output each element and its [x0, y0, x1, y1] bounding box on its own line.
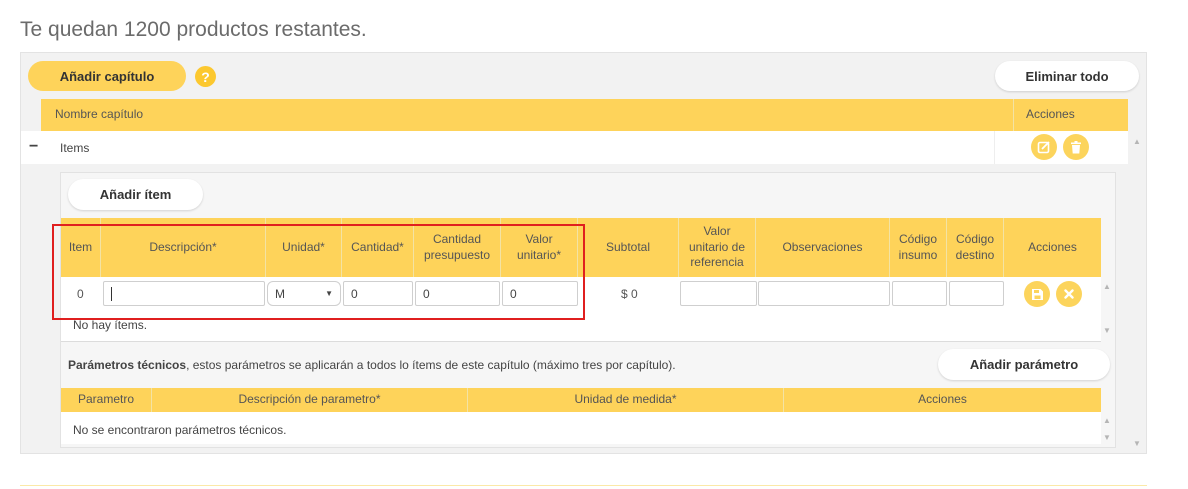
parameters-intro-text: , estos parámetros se aplicarán a todos …	[186, 358, 676, 372]
column-header-parameter-actions: Acciones	[918, 392, 967, 407]
parameters-empty-row: No se encontraron parámetros técnicos.	[61, 412, 1101, 444]
help-icon[interactable]: ?	[195, 66, 216, 87]
delete-all-button[interactable]: Eliminar todo	[995, 61, 1139, 91]
reference-value-input[interactable]	[680, 281, 757, 306]
column-header-reference-value: Valor unitario de referencia	[679, 218, 756, 277]
column-header-destination-code: Código destino	[947, 218, 1004, 277]
save-icon[interactable]	[1024, 281, 1050, 307]
text-cursor-icon	[111, 286, 112, 301]
column-header-subtotal: Subtotal	[578, 218, 679, 277]
quantity-input[interactable]: 0	[343, 281, 413, 306]
parameters-table-header: Parametro Descripción de parametro* Unid…	[61, 388, 1101, 412]
chapters-panel: Añadir capítulo ? Eliminar todo Nombre c…	[20, 52, 1147, 454]
parameters-scroll-down-icon[interactable]: ▼	[1103, 433, 1111, 442]
parameters-intro: Parámetros técnicos, estos parámetros se…	[68, 358, 676, 372]
items-scroll-down-icon[interactable]: ▼	[1103, 326, 1111, 335]
subtotal-value: $ 0	[621, 287, 638, 301]
column-header-observations: Observaciones	[756, 218, 890, 277]
column-header-quantity: Cantidad*	[342, 218, 414, 277]
items-empty-text: No hay ítems.	[73, 318, 148, 332]
dropdown-arrow-icon: ▼	[325, 289, 333, 298]
unit-value-input[interactable]: 0	[502, 281, 578, 306]
description-input[interactable]	[103, 281, 265, 306]
item-row: 0 M ▼ 0 0 0 $ 0	[61, 277, 1101, 309]
column-header-unit-value: Valor unitario*	[501, 218, 578, 277]
column-header-parameter-description: Descripción de parametro*	[152, 388, 468, 412]
delete-chapter-icon[interactable]	[1063, 134, 1089, 160]
column-header-description: Descripción*	[101, 218, 266, 277]
add-parameter-button[interactable]: Añadir parámetro	[938, 349, 1110, 380]
items-empty-row: No hay ítems.	[61, 309, 1101, 341]
budget-quantity-input[interactable]: 0	[415, 281, 500, 306]
column-header-item-actions: Acciones	[1028, 239, 1077, 254]
column-header-item: Item	[61, 218, 101, 277]
column-header-budget-quantity: Cantidad presupuesto	[414, 218, 501, 277]
collapse-toggle-icon[interactable]: −	[29, 138, 38, 156]
cancel-icon[interactable]	[1056, 281, 1082, 307]
column-header-input-code: Código insumo	[890, 218, 947, 277]
column-header-chapter-name: Nombre capítulo	[49, 99, 1014, 131]
edit-chapter-icon[interactable]	[1031, 134, 1057, 160]
chapter-name: Items	[60, 141, 90, 155]
items-scroll-up-icon[interactable]: ▲	[1103, 282, 1111, 291]
add-item-button[interactable]: Añadir ítem	[68, 179, 203, 210]
column-header-parameter: Parametro	[61, 388, 152, 412]
column-header-actions: Acciones	[1026, 107, 1075, 122]
column-header-unit: Unidad*	[266, 218, 342, 277]
unit-select[interactable]: M ▼	[267, 281, 341, 306]
column-header-measure-unit: Unidad de medida*	[468, 388, 784, 412]
destination-code-input[interactable]	[949, 281, 1004, 306]
items-table-header: Item Descripción* Unidad* Cantidad* Cant…	[61, 218, 1101, 277]
chapters-table-header: Nombre capítulo Acciones	[41, 99, 1128, 131]
parameters-scroll-up-icon[interactable]: ▲	[1103, 416, 1111, 425]
input-code-input[interactable]	[892, 281, 947, 306]
add-chapter-button[interactable]: Añadir capítulo	[28, 61, 186, 91]
panel-scroll-down-icon[interactable]: ▼	[1133, 439, 1141, 448]
panel-scroll-up-icon[interactable]: ▲	[1133, 137, 1141, 146]
item-index: 0	[77, 287, 84, 301]
page-title: Te quedan 1200 productos restantes.	[20, 18, 367, 41]
parameters-empty-text: No se encontraron parámetros técnicos.	[73, 423, 287, 437]
parameters-intro-title: Parámetros técnicos	[68, 358, 187, 372]
observations-input[interactable]	[758, 281, 890, 306]
chapter-row: − Items	[21, 131, 1128, 164]
bottom-divider	[20, 485, 1147, 486]
